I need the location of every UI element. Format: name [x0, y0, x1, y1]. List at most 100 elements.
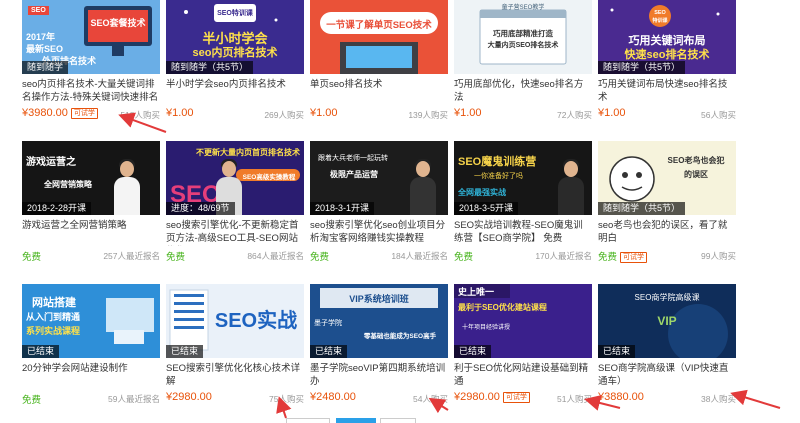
course-card[interactable]: 网站搭建 从入门到精通 系列实战课程 已结束 20分钟学会网站建设制作 免费 5… [22, 284, 160, 414]
pagination-next[interactable] [380, 418, 416, 423]
course-card[interactable]: 不更新大量内页首页排名技术 SEO高级实操教程 SEO 进度：48/69节 se… [166, 141, 304, 271]
thumb-caption: SEO商学院高级课 [634, 293, 700, 302]
purchase-count: 72人购买 [557, 110, 592, 120]
purchase-count: 38人购买 [701, 394, 736, 404]
price-value: ¥1.00 [310, 107, 338, 119]
course-title[interactable]: SEO搜索引擎优化化核心技术详解 [166, 362, 304, 388]
course-title[interactable]: 单页seo排名技术 [310, 78, 448, 91]
thumb-caption: 一你准备好了吗 [474, 173, 523, 180]
course-title[interactable]: 游戏运营之全网营销策略 [22, 219, 160, 232]
thumb-caption: 十年项目经验讲授 [462, 325, 511, 331]
course-thumbnail[interactable]: 史上唯一 最利于SEO优化建站课程 十年项目经验讲授 已结束 [454, 284, 592, 358]
instructor-photo [558, 159, 584, 215]
purchase-count: 51人购买 [557, 394, 592, 404]
course-title[interactable]: SEO商学院高级课（VIP快速直通车） [598, 362, 736, 388]
course-title[interactable]: 巧用关键词布局快速seo排名技术 [598, 78, 736, 104]
trial-badge: 可试学 [502, 392, 530, 403]
course-title[interactable]: 利于SEO优化网站建设基础到精通 [454, 362, 592, 388]
price-value: ¥2480.00 [310, 391, 356, 403]
purchase-count: 139人购买 [408, 110, 448, 120]
course-status-tag: 随到随学（共5节） [598, 61, 686, 74]
course-card[interactable]: 童子营SEO教学 巧用底部精准打造 大量内页SEO排名技术 巧用底部优化，快速s… [454, 0, 592, 130]
price-value: ¥3880.00 [598, 391, 644, 403]
thumb-caption: 特训课 [652, 18, 668, 24]
thumb-caption: SEO [28, 6, 49, 15]
price-value: 免费 [598, 252, 618, 263]
course-status-tag: 随到随学（共5节） [166, 61, 254, 74]
course-thumbnail[interactable]: 跟着大兵老师一起玩转 极限产品运营 2018-3-1开课 [310, 141, 448, 215]
price-value: ¥1.00 [598, 107, 626, 119]
course-thumbnail[interactable]: VIP系统培训班 墨子学院 零基础也能成为SEO高手 已结束 [310, 284, 448, 358]
thumbnail-art [310, 0, 448, 74]
thumb-caption: 巧用底部精准打造 [493, 29, 553, 38]
course-status-tag: 已结束 [166, 345, 204, 358]
course-card[interactable]: SEO魔鬼训练营 一你准备好了吗 全网最强实战 2018-3-5开课 SEO实战… [454, 141, 592, 271]
course-thumbnail[interactable]: 不更新大量内页首页排名技术 SEO高级实操教程 SEO 进度：48/69节 [166, 141, 304, 215]
course-status-tag: 2018-3-5开课 [454, 202, 519, 215]
course-title[interactable]: SEO实战培训教程-SEO魔鬼训练营【SEO商学院】 免费 [454, 219, 592, 245]
course-thumbnail[interactable]: SEO 特训课 巧用关键词布局 快速seo排名技术 随到随学（共5节） [598, 0, 736, 74]
course-card[interactable]: SEO商学院高级课 VIP 已结束 SEO商学院高级课（VIP快速直通车） ¥3… [598, 284, 736, 414]
course-card[interactable]: 跟着大兵老师一起玩转 极限产品运营 2018-3-1开课 seo搜索引擎优化se… [310, 141, 448, 271]
course-card[interactable]: 游戏运营之 全网营销策略 2018-2-28开课 游戏运营之全网营销策略 免费 … [22, 141, 160, 271]
instructor-photo [114, 159, 140, 215]
course-thumbnail[interactable]: 游戏运营之 全网营销策略 2018-2-28开课 [22, 141, 160, 215]
thumb-caption: 童子营SEO教学 [501, 5, 545, 11]
course-thumbnail[interactable]: SEO商学院高级课 VIP 已结束 [598, 284, 736, 358]
course-card[interactable]: SEO 特训课 巧用关键词布局 快速seo排名技术 随到随学（共5节） 巧用关键… [598, 0, 736, 130]
pagination-prev[interactable] [286, 418, 330, 423]
thumb-caption: 全网最强实战 [458, 188, 506, 197]
course-status-tag: 随到随学 [22, 61, 69, 74]
thumb-caption: VIP [657, 314, 677, 328]
price-value: ¥1.00 [166, 107, 194, 119]
thumb-caption: SEO特训课 [217, 10, 253, 17]
course-title[interactable]: seo内页排名技术-大量关键词排名操作方法-特殊关键词快速排名 [22, 78, 160, 104]
course-price: ¥1.00 [310, 107, 338, 119]
course-price: ¥1.00 [598, 107, 626, 119]
course-price: ¥1.00 [166, 107, 194, 119]
course-price-free: 免费 [22, 395, 42, 406]
course-thumbnail[interactable]: SEO魔鬼训练营 一你准备好了吗 全网最强实战 2018-3-5开课 [454, 141, 592, 215]
price-value: ¥1.00 [454, 107, 482, 119]
thumb-caption: SEO套餐技术 [90, 18, 146, 28]
course-card[interactable]: 一节课了解单页SEO技术 单页seo排名技术 ¥1.00 139人购买 [310, 0, 448, 130]
course-price-free: 免费 [454, 252, 474, 263]
pagination-current[interactable] [336, 418, 376, 423]
purchase-count: 54人购买 [413, 394, 448, 404]
course-price-free: 免费 可试学 [598, 249, 648, 263]
course-card[interactable]: SEO老鸟也会犯 的误区 随到随学（共5节） seo老鸟也会犯的误区，看了就明白… [598, 141, 736, 271]
price-value: ¥2980.00 [454, 391, 500, 403]
course-title[interactable]: seo搜索引擎优化-不更新稳定首页方法-高级SEO工具-SEO网站优化 [166, 219, 304, 246]
thumb-caption: 墨子学院 [314, 320, 342, 327]
price-value: ¥2980.00 [166, 391, 212, 403]
purchase-count: 56人购买 [701, 110, 736, 120]
signup-count: 170人最近报名 [535, 251, 592, 261]
course-status-tag: 已结束 [22, 345, 60, 358]
course-title[interactable]: 巧用底部优化，快速seo排名方法 [454, 78, 592, 104]
course-thumbnail[interactable]: 一节课了解单页SEO技术 [310, 0, 448, 74]
course-thumbnail[interactable]: SEO老鸟也会犯 的误区 随到随学（共5节） [598, 141, 736, 215]
course-thumbnail[interactable]: SEO特训课 半小时学会 seo内页排名技术 随到随学（共5节） [166, 0, 304, 74]
course-card[interactable]: VIP系统培训班 墨子学院 零基础也能成为SEO高手 已结束 墨子学院seoVI… [310, 284, 448, 414]
course-title[interactable]: 20分钟学会网站建设制作 [22, 362, 160, 375]
course-status-tag: 随到随学（共5节） [598, 202, 686, 215]
instructor-photo [410, 159, 436, 215]
thumb-caption: 网站搭建 [32, 297, 76, 309]
thumb-caption: VIP系统培训班 [349, 294, 409, 304]
course-title[interactable]: 墨子学院seoVIP第四期系统培训办 [310, 362, 448, 388]
course-title[interactable]: 半小时学会seo内页排名技术 [166, 78, 304, 91]
course-thumbnail[interactable]: 童子营SEO教学 巧用底部精准打造 大量内页SEO排名技术 [454, 0, 592, 74]
course-title[interactable]: seo老鸟也会犯的误区，看了就明白 [598, 219, 736, 245]
course-thumbnail[interactable]: SEO实战 已结束 [166, 284, 304, 358]
course-card[interactable]: SEO特训课 半小时学会 seo内页排名技术 随到随学（共5节） 半小时学会se… [166, 0, 304, 130]
thumb-caption: SEO [654, 10, 666, 16]
course-thumbnail[interactable]: SEO套餐技术 SEO 2017年 最新SEO 外页排名技术 随到随学 [22, 0, 160, 74]
course-card[interactable]: SEO套餐技术 SEO 2017年 最新SEO 外页排名技术 随到随学 seo内… [22, 0, 160, 130]
course-card[interactable]: SEO实战 已结束 SEO搜索引擎优化化核心技术详解 ¥2980.00 75人购… [166, 284, 304, 414]
course-thumbnail[interactable]: 网站搭建 从入门到精通 系列实战课程 已结束 [22, 284, 160, 358]
thumb-caption: 游戏运营之 [26, 157, 76, 168]
thumb-caption: 全网营销策略 [44, 180, 92, 189]
course-price: ¥1.00 [454, 107, 482, 119]
course-card[interactable]: 史上唯一 最利于SEO优化建站课程 十年项目经验讲授 已结束 利于SEO优化网站… [454, 284, 592, 414]
course-title[interactable]: seo搜索引擎优化seo创业项目分析淘宝客网络赚钱实操教程 [310, 219, 448, 245]
